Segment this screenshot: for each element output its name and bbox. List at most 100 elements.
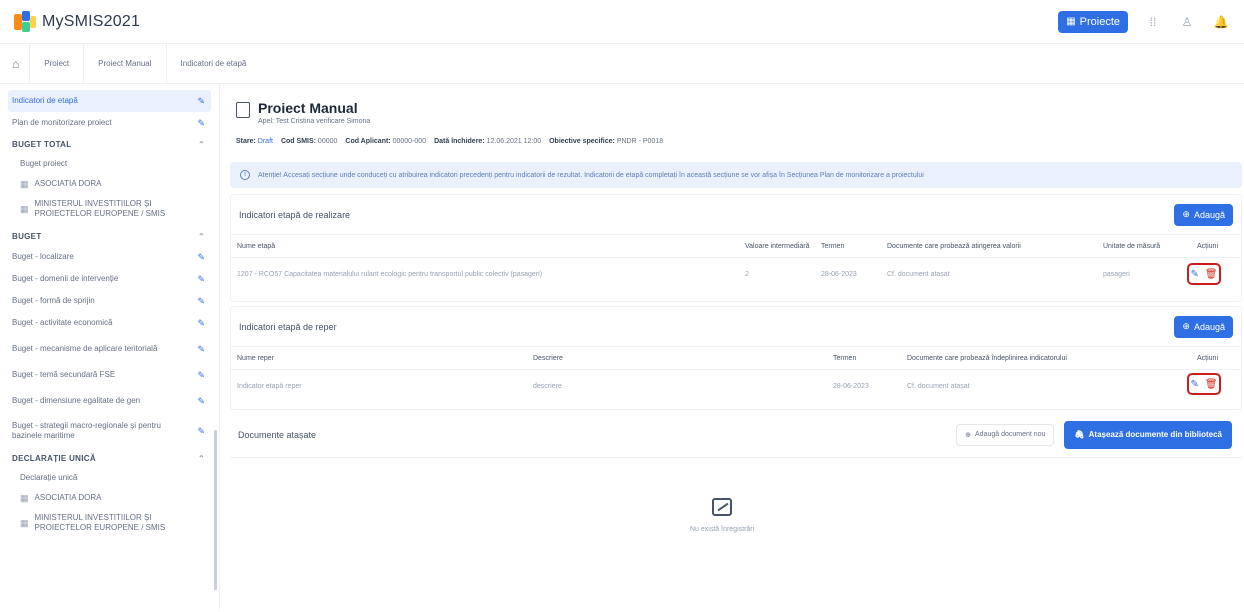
edit-icon: ✎ bbox=[197, 117, 205, 128]
page-title: Proiect Manual bbox=[258, 100, 358, 116]
sidebar-item-indicatori-etapa[interactable]: Indicatori de etapă ✎ bbox=[8, 90, 211, 112]
sidebar-item-buget-proiect[interactable]: Buget proiect bbox=[8, 154, 211, 174]
breadcrumb: ⌂ Proiect Proiect Manual Indicatori de e… bbox=[0, 43, 1244, 84]
add-label: Adaugă bbox=[1193, 321, 1225, 332]
breadcrumb-item-current: Indicatori de etapă bbox=[180, 59, 247, 68]
sidebar-item-declaratie-unica[interactable]: Declarație unică bbox=[8, 468, 211, 488]
plus-circle-icon: ⊕ bbox=[1182, 321, 1190, 331]
cell-docs: Cf. document atașat bbox=[887, 271, 950, 278]
page-subtitle: Apel: Test Cristina verificare Simona bbox=[258, 118, 371, 125]
sidebar-item-ministerul[interactable]: ▦ MINISTERUL INVESTITIILOR ȘI PROIECTELO… bbox=[8, 194, 211, 224]
add-new-document-button[interactable]: ⊕ Adaugă document nou bbox=[956, 423, 1055, 446]
sidebar: Indicatori de etapă ✎ Plan de monitoriza… bbox=[0, 84, 220, 611]
chevron-up-icon: ⌃ bbox=[197, 231, 205, 241]
building-icon: ▦ bbox=[20, 517, 29, 528]
sidebar-item-buget-forma[interactable]: Buget - formă de sprijin ✎ bbox=[8, 290, 211, 312]
building-icon: ▦ bbox=[20, 492, 29, 503]
project-header: Proiect Manual Apel: Test Cristina verif… bbox=[236, 100, 370, 125]
sidebar-item-asociatia-2[interactable]: ▦ ASOCIATIA DORA bbox=[8, 488, 211, 508]
trash-icon[interactable]: 🗑 bbox=[1205, 269, 1218, 280]
sidebar-item-label: Buget - dimensiune egalitate de gen bbox=[12, 396, 141, 405]
sidebar-section-buget-total[interactable]: BUGET TOTAL ⌃ bbox=[8, 134, 211, 154]
sidebar-item-label: MINISTERUL INVESTITIILOR ȘI PROIECTELOR … bbox=[34, 513, 166, 532]
meta-label: Stare: bbox=[236, 138, 256, 145]
sidebar-item-ministerul-2[interactable]: ▦ MINISTERUL INVESTITIILOR ȘI PROIECTELO… bbox=[8, 508, 211, 538]
column-header: Nume reper bbox=[237, 355, 274, 362]
sidebar-item-label: Buget - strategii macro-regionale și pen… bbox=[12, 421, 161, 440]
empty-text: Nu există înregistrări bbox=[690, 526, 755, 533]
document-icon bbox=[236, 102, 250, 118]
column-header: Nume etapă bbox=[237, 243, 276, 250]
sidebar-item-plan-monitorizare[interactable]: Plan de monitorizare proiect ✎ bbox=[8, 112, 211, 134]
cell-value: 2 bbox=[745, 271, 749, 278]
sidebar-section-declaratie[interactable]: DECLARAȚIE UNICĂ ⌃ bbox=[8, 448, 211, 468]
sidebar-item-label: Buget - mecanisme de aplicare teritorial… bbox=[12, 344, 158, 353]
user-icon[interactable]: ♙ bbox=[1178, 13, 1196, 31]
add-realizare-button[interactable]: ⊕ Adaugă bbox=[1174, 203, 1233, 226]
meta-label: Cod Aplicant: bbox=[345, 138, 391, 145]
column-header: Termen bbox=[833, 355, 857, 362]
sidebar-item-buget-localizare[interactable]: Buget - localizare ✎ bbox=[8, 246, 211, 268]
add-reper-button[interactable]: ⊕ Adaugă bbox=[1174, 315, 1233, 338]
sidebar-item-label: Indicatori de etapă bbox=[12, 96, 78, 105]
column-header: Acțiuni bbox=[1197, 355, 1219, 362]
sidebar-item-label: Buget - localizare bbox=[12, 252, 74, 261]
notification-bell-icon[interactable]: 🔔 bbox=[1212, 13, 1230, 31]
meta-label: Cod SMIS: bbox=[280, 138, 316, 145]
row-actions: ✎ 🗑 bbox=[1187, 263, 1221, 285]
edit-icon: ✎ bbox=[197, 369, 205, 380]
sidebar-item-label: ASOCIATIA DORA bbox=[34, 179, 102, 188]
chevron-up-icon: ⌃ bbox=[197, 139, 205, 149]
section-heading: DECLARAȚIE UNICĂ bbox=[12, 453, 96, 463]
column-header: Valoare intermediară bbox=[745, 243, 810, 250]
chevron-up-icon: ⌃ bbox=[197, 453, 205, 463]
sidebar-scrollbar[interactable] bbox=[214, 430, 217, 590]
home-icon[interactable]: ⌂ bbox=[12, 43, 31, 84]
attach-library-button[interactable]: 🖇 Atașează documente din bibliotecă bbox=[1064, 420, 1232, 449]
meta-value: PNDR - P0018 bbox=[616, 138, 664, 145]
edit-icon[interactable]: ✎ bbox=[1190, 379, 1198, 390]
column-header: Unitate de măsură bbox=[1103, 243, 1161, 250]
realizare-section: Indicatori etapă de realizare ⊕ Adaugă N… bbox=[230, 194, 1242, 302]
edit-icon: ✎ bbox=[197, 395, 205, 406]
cell-termen: 28-06-2023 bbox=[821, 271, 857, 278]
cell-desc: descriere bbox=[533, 383, 562, 390]
sidebar-item-label: Buget - domenii de intervenție bbox=[12, 274, 119, 283]
status-badge: Draft bbox=[257, 138, 273, 145]
edit-icon: ✎ bbox=[197, 343, 205, 354]
sidebar-item-label: Buget - activitate economică bbox=[12, 318, 113, 327]
sidebar-item-buget-domenii[interactable]: Buget - domenii de intervenție ✎ bbox=[8, 268, 211, 290]
cell-unit: pasageri bbox=[1103, 271, 1130, 278]
edit-icon: ✎ bbox=[197, 273, 205, 284]
sidebar-item-label: ASOCIATIA DORA bbox=[34, 493, 102, 502]
meta-label: Dată închidere: bbox=[434, 138, 485, 145]
app-logo[interactable]: MySMIS2021 bbox=[14, 10, 141, 33]
sidebar-item-buget-mecanisme[interactable]: Buget - mecanisme de aplicare teritorial… bbox=[8, 334, 211, 364]
projects-button[interactable]: ▦ Proiecte bbox=[1058, 10, 1128, 33]
edit-icon: ✎ bbox=[197, 95, 205, 106]
breadcrumb-item-proiect-manual[interactable]: Proiect Manual bbox=[84, 43, 167, 84]
section-title: Indicatori etapă de reper bbox=[239, 321, 337, 332]
edit-icon: ✎ bbox=[197, 295, 205, 306]
cell-name: Indicator etapă reper bbox=[237, 383, 302, 390]
column-header: Documente care probează atingerea valori… bbox=[887, 243, 1021, 250]
edit-icon[interactable]: ✎ bbox=[1190, 269, 1198, 280]
column-header: Documente care probează îndeplinirea ind… bbox=[907, 355, 1067, 362]
sidebar-item-asociatia[interactable]: ▦ ASOCIATIA DORA bbox=[8, 174, 211, 194]
sidebar-item-buget-gen[interactable]: Buget - dimensiune egalitate de gen ✎ bbox=[8, 386, 211, 416]
sidebar-section-buget[interactable]: BUGET ⌃ bbox=[8, 226, 211, 246]
sidebar-item-buget-activitate[interactable]: Buget - activitate economică ✎ bbox=[8, 312, 211, 334]
breadcrumb-item-proiect[interactable]: Proiect bbox=[30, 43, 85, 84]
cell-name: 1207 - RCO57 Capacitatea materialului ru… bbox=[237, 271, 543, 278]
apps-icon[interactable]: ⁞⁞ bbox=[1144, 13, 1162, 31]
cell-termen: 28-06-2023 bbox=[833, 383, 869, 390]
top-bar: MySMIS2021 ▦ Proiecte ⁞⁞ ♙ 🔔 bbox=[0, 0, 1244, 44]
section-heading: BUGET bbox=[12, 231, 42, 241]
trash-icon[interactable]: 🗑 bbox=[1205, 379, 1218, 390]
app-name: MySMIS2021 bbox=[42, 12, 141, 30]
sidebar-item-buget-tema[interactable]: Buget - temă secundară FSE ✎ bbox=[8, 364, 211, 386]
row-actions: ✎ 🗑 bbox=[1187, 373, 1221, 395]
info-icon: i bbox=[240, 170, 250, 180]
sidebar-item-buget-strategii[interactable]: Buget - strategii macro-regionale și pen… bbox=[8, 416, 211, 446]
plus-circle-icon: ⊕ bbox=[965, 431, 972, 439]
